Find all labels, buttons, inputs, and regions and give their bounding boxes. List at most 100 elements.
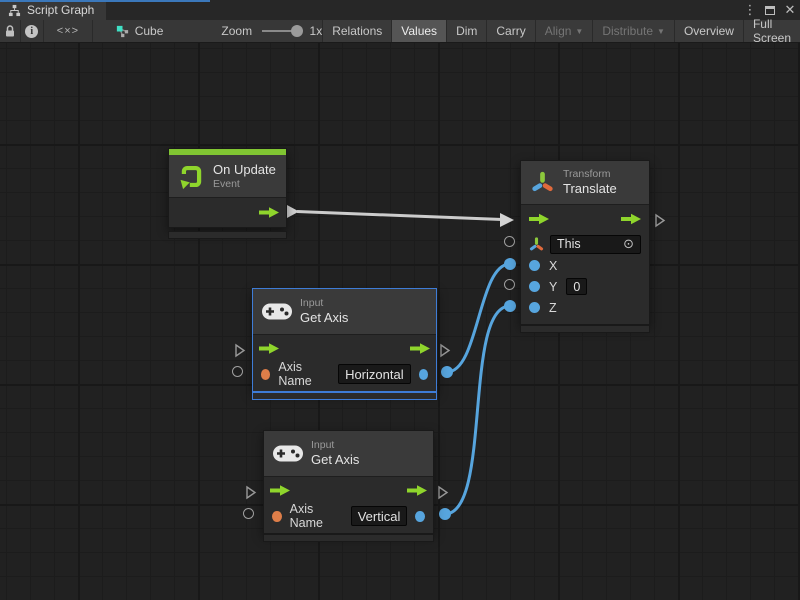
getaxis-h-string-port-marker[interactable] bbox=[232, 366, 243, 377]
gamepad-icon bbox=[273, 443, 303, 464]
node-header[interactable]: Input Get Axis bbox=[253, 289, 436, 334]
gamepad-icon bbox=[262, 301, 292, 322]
getaxis-h-output-triangle[interactable] bbox=[439, 343, 451, 363]
maximize-glyph bbox=[765, 6, 775, 15]
value-output-port[interactable] bbox=[419, 369, 428, 380]
graph-canvas[interactable]: On Update Event Transform bbox=[0, 43, 800, 600]
port-label-z: Z bbox=[549, 301, 557, 315]
control-input-port[interactable] bbox=[529, 213, 549, 225]
object-picker-icon[interactable]: ⊙ bbox=[623, 236, 634, 252]
value-wire-vertical-to-z[interactable] bbox=[445, 306, 510, 514]
wire-endpoint-dot[interactable] bbox=[441, 366, 453, 378]
control-input-port[interactable] bbox=[259, 343, 279, 355]
y-input-port-marker[interactable] bbox=[504, 279, 515, 290]
toolbar-buttons: Relations Values Dim Carry Align ▼ Distr… bbox=[322, 20, 800, 42]
axis-name-label: Axis Name bbox=[290, 502, 343, 530]
full-screen-button[interactable]: Full Screen bbox=[743, 20, 800, 42]
translate-output-triangle[interactable] bbox=[654, 213, 666, 233]
control-output-port[interactable] bbox=[259, 207, 279, 219]
getaxis-v-input-triangle[interactable] bbox=[245, 485, 257, 505]
axis-name-field[interactable]: Horizontal bbox=[338, 364, 411, 384]
control-input-port[interactable] bbox=[270, 485, 290, 497]
wire-endpoint-dot[interactable] bbox=[439, 508, 451, 520]
graph-target-label: Cube bbox=[135, 24, 164, 38]
tab-bar: Script Graph ⋮ ✕ bbox=[0, 0, 800, 20]
tab-script-graph[interactable]: Script Graph bbox=[0, 0, 106, 20]
node-translate[interactable]: Transform Translate This bbox=[520, 160, 650, 325]
transform-icon bbox=[530, 170, 555, 195]
node-subtitle: Event bbox=[213, 178, 276, 191]
node-title: On Update bbox=[213, 162, 276, 178]
chevron-down-icon: ▼ bbox=[657, 27, 665, 36]
string-input-port[interactable] bbox=[261, 369, 270, 380]
getaxis-h-input-triangle[interactable] bbox=[234, 343, 246, 363]
node-get-axis-horizontal[interactable]: Input Get Axis Axis Name Horizontal bbox=[252, 288, 437, 392]
node-title: Get Axis bbox=[311, 452, 359, 468]
dim-button[interactable]: Dim bbox=[446, 20, 486, 42]
overview-button[interactable]: Overview bbox=[674, 20, 743, 42]
node-footer[interactable] bbox=[168, 231, 287, 239]
control-wire-onupdate-to-translate[interactable] bbox=[297, 212, 502, 220]
wire-endpoint-dot[interactable] bbox=[504, 258, 516, 270]
graph-target-icon bbox=[115, 24, 130, 39]
edit-graph-button[interactable]: <×> bbox=[44, 20, 93, 42]
lock-button[interactable] bbox=[0, 20, 21, 42]
lock-icon bbox=[4, 24, 16, 38]
node-on-update[interactable]: On Update Event bbox=[168, 148, 287, 228]
code-icon: <×> bbox=[57, 25, 79, 37]
control-wire-arrowhead bbox=[500, 213, 514, 227]
control-output-port[interactable] bbox=[407, 485, 427, 497]
update-event-icon bbox=[178, 163, 205, 190]
control-output-port[interactable] bbox=[410, 343, 430, 355]
info-icon: i bbox=[25, 25, 38, 38]
transform-icon bbox=[529, 237, 544, 252]
node-title: Translate bbox=[563, 181, 617, 197]
value-input-port-y[interactable] bbox=[529, 281, 540, 292]
port-label-x: X bbox=[549, 259, 557, 273]
this-input-port-marker[interactable] bbox=[504, 236, 515, 247]
string-input-port[interactable] bbox=[272, 511, 282, 522]
focused-tab-indicator bbox=[0, 0, 210, 2]
value-wire-horizontal-to-x[interactable] bbox=[447, 264, 510, 372]
getaxis-v-string-port-marker[interactable] bbox=[243, 508, 254, 519]
values-button[interactable]: Values bbox=[391, 20, 446, 42]
getaxis-v-output-triangle[interactable] bbox=[437, 485, 449, 505]
zoom-slider[interactable] bbox=[262, 30, 299, 32]
chevron-down-icon: ▼ bbox=[575, 27, 583, 36]
tab-title: Script Graph bbox=[27, 3, 94, 17]
this-object-field[interactable]: This ⊙ bbox=[550, 235, 641, 254]
node-title: Get Axis bbox=[300, 310, 348, 326]
node-category: Input bbox=[311, 439, 359, 452]
port-label-y: Y bbox=[549, 280, 557, 294]
axis-name-field[interactable]: Vertical bbox=[351, 506, 408, 526]
value-input-port-z[interactable] bbox=[529, 302, 540, 313]
node-header[interactable]: On Update Event bbox=[169, 155, 286, 197]
graph-hierarchy-icon bbox=[8, 4, 21, 17]
align-dropdown[interactable]: Align ▼ bbox=[535, 20, 593, 42]
script-graph-window: Script Graph ⋮ ✕ i <×> bbox=[0, 0, 800, 600]
distribute-dropdown[interactable]: Distribute ▼ bbox=[592, 20, 674, 42]
zoom-slider-handle[interactable] bbox=[291, 25, 303, 37]
node-footer[interactable] bbox=[520, 325, 650, 333]
node-category: Input bbox=[300, 297, 348, 310]
distribute-label: Distribute bbox=[602, 24, 653, 38]
info-button[interactable]: i bbox=[21, 20, 45, 42]
node-header[interactable]: Transform Translate bbox=[521, 161, 649, 204]
relations-button[interactable]: Relations bbox=[322, 20, 391, 42]
control-output-port[interactable] bbox=[621, 213, 641, 225]
value-output-port[interactable] bbox=[415, 511, 425, 522]
node-header[interactable]: Input Get Axis bbox=[264, 431, 433, 476]
node-footer[interactable] bbox=[263, 534, 434, 542]
y-value-field[interactable]: 0 bbox=[566, 278, 587, 295]
node-get-axis-vertical[interactable]: Input Get Axis Axis Name Vertical bbox=[263, 430, 434, 534]
carry-button[interactable]: Carry bbox=[486, 20, 534, 42]
axis-name-label: Axis Name bbox=[278, 360, 330, 388]
node-category: Transform bbox=[563, 168, 617, 181]
node-footer[interactable] bbox=[252, 392, 437, 400]
graph-toolbar: i <×> Cube Zoom 1x Relations Values Dim … bbox=[0, 20, 800, 43]
value-input-port-x[interactable] bbox=[529, 260, 540, 271]
this-field-value: This bbox=[557, 237, 581, 251]
align-label: Align bbox=[545, 24, 572, 38]
graph-target[interactable]: Cube bbox=[115, 20, 164, 42]
wire-endpoint-dot[interactable] bbox=[504, 300, 516, 312]
